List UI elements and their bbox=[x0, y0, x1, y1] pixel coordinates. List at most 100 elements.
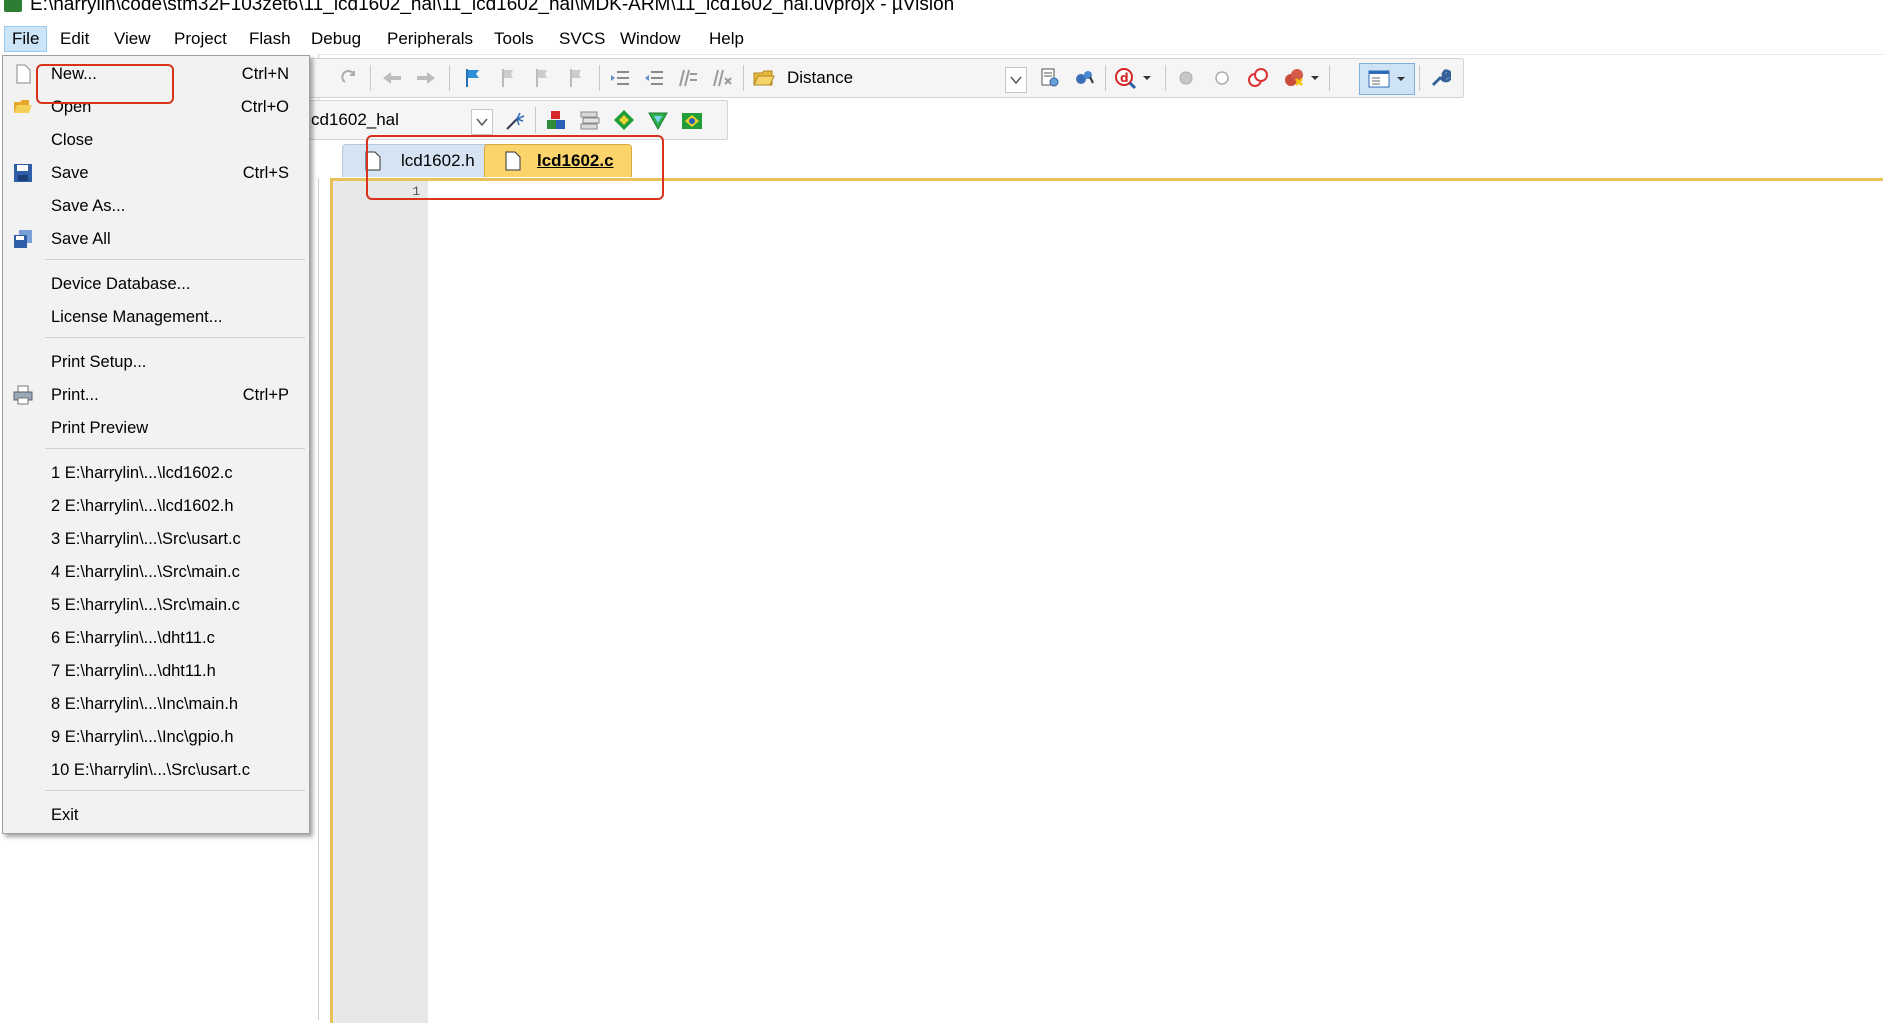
menu-item-label: Close bbox=[51, 131, 94, 149]
bookmark-next-icon[interactable] bbox=[529, 65, 555, 91]
target-combo-dropdown-icon[interactable] bbox=[471, 109, 493, 135]
menu-item-label: 2 E:\harrylin\...\lcd1602.h bbox=[51, 497, 234, 515]
menu-item-label: 7 E:\harrylin\...\dht11.h bbox=[51, 662, 216, 680]
unindent-icon[interactable] bbox=[641, 65, 667, 91]
target-options-icon[interactable] bbox=[503, 107, 529, 133]
menu-item-save-as[interactable]: Save As... bbox=[3, 191, 309, 221]
printer-icon bbox=[13, 385, 33, 405]
menu-item-exit[interactable]: Exit bbox=[3, 800, 309, 830]
menu-item-label: 1 E:\harrylin\...\lcd1602.c bbox=[51, 464, 233, 482]
menu-separator bbox=[45, 337, 305, 338]
menu-item-recent-file[interactable]: 2 E:\harrylin\...\lcd1602.h bbox=[3, 491, 309, 521]
menu-item-recent-file[interactable]: 5 E:\harrylin\...\Src\main.c bbox=[3, 590, 309, 620]
menu-window[interactable]: Window bbox=[613, 27, 687, 51]
breakpoints-dropdown-icon[interactable] bbox=[1307, 65, 1323, 91]
new-item-highlight-annotation bbox=[36, 64, 174, 104]
menu-svcs[interactable]: SVCS bbox=[552, 27, 612, 51]
debug-session-icon[interactable]: d bbox=[1113, 65, 1139, 91]
target-combo[interactable]: cd1602_hal bbox=[309, 107, 497, 133]
select-packs-icon[interactable] bbox=[645, 107, 671, 133]
nav-forward-icon[interactable] bbox=[413, 65, 439, 91]
new-file-icon bbox=[16, 64, 31, 84]
menu-separator bbox=[45, 790, 305, 791]
menu-item-label: Save All bbox=[51, 230, 111, 248]
menu-item-label: 9 E:\harrylin\...\Inc\gpio.h bbox=[51, 728, 234, 746]
menu-item-label: 6 E:\harrylin\...\dht11.c bbox=[51, 629, 215, 647]
menu-item-label: Print... bbox=[51, 386, 99, 404]
menu-item-recent-file[interactable]: 6 E:\harrylin\...\dht11.c bbox=[3, 623, 309, 653]
line-number-gutter: 1 bbox=[333, 181, 428, 1023]
menu-item-print[interactable]: Print... Ctrl+P bbox=[3, 380, 309, 410]
menu-item-save[interactable]: Save Ctrl+S bbox=[3, 158, 309, 188]
enable-breakpoint-icon[interactable] bbox=[1209, 65, 1235, 91]
nav-back-icon[interactable] bbox=[379, 65, 405, 91]
manage-project-items-icon[interactable] bbox=[543, 107, 569, 133]
menu-bar: File Edit View Project Flash Debug Perip… bbox=[0, 24, 1883, 55]
window-title: E:\harrylin\code\stm32F103zet6\11_lcd160… bbox=[30, 0, 955, 15]
incremental-find-icon[interactable] bbox=[1037, 65, 1063, 91]
menu-peripherals[interactable]: Peripherals bbox=[380, 27, 480, 51]
menu-item-recent-file[interactable]: 7 E:\harrylin\...\dht11.h bbox=[3, 656, 309, 686]
menu-item-recent-file[interactable]: 9 E:\harrylin\...\Inc\gpio.h bbox=[3, 722, 309, 752]
menu-item-label: Save As... bbox=[51, 197, 126, 215]
menu-tools[interactable]: Tools bbox=[487, 27, 541, 51]
menu-item-label: Print Setup... bbox=[51, 353, 147, 371]
menu-item-label: Device Database... bbox=[51, 275, 191, 293]
comment-icon[interactable] bbox=[675, 65, 701, 91]
menu-item-label: 3 E:\harrylin\...\Src\usart.c bbox=[51, 530, 241, 548]
browse-icon[interactable] bbox=[1071, 65, 1097, 91]
menu-item-print-setup[interactable]: Print Setup... bbox=[3, 347, 309, 377]
menu-item-recent-file[interactable]: 1 E:\harrylin\...\lcd1602.c bbox=[3, 458, 309, 488]
find-combo-dropdown-icon[interactable] bbox=[1005, 67, 1027, 93]
menu-item-shortcut: Ctrl+N bbox=[241, 65, 289, 83]
menu-item-save-all[interactable]: Save All bbox=[3, 224, 309, 254]
menu-file[interactable]: File bbox=[4, 26, 48, 52]
menu-debug[interactable]: Debug bbox=[304, 27, 368, 51]
bookmark-clear-icon[interactable] bbox=[563, 65, 589, 91]
uncomment-icon[interactable] bbox=[709, 65, 735, 91]
uvision-app-icon bbox=[4, 0, 22, 12]
disable-all-breakpoints-icon[interactable] bbox=[1245, 65, 1271, 91]
manage-components-icon[interactable] bbox=[577, 107, 603, 133]
menu-item-shortcut: Ctrl+S bbox=[242, 164, 289, 182]
menu-item-recent-file[interactable]: 10 E:\harrylin\...\Src\usart.c bbox=[3, 755, 309, 785]
menu-project[interactable]: Project bbox=[167, 27, 234, 51]
tabs-highlight-annotation bbox=[366, 135, 664, 200]
menu-separator bbox=[45, 259, 305, 260]
menu-item-label: Print Preview bbox=[51, 419, 149, 437]
menu-item-recent-file[interactable]: 3 E:\harrylin\...\Src\usart.c bbox=[3, 524, 309, 554]
find-combo[interactable]: Distance bbox=[781, 65, 1039, 91]
menu-item-label: 5 E:\harrylin\...\Src\main.c bbox=[51, 596, 240, 614]
menu-flash[interactable]: Flash bbox=[242, 27, 298, 51]
menu-item-close[interactable]: Close bbox=[3, 125, 309, 155]
menu-item-license-management[interactable]: License Management... bbox=[3, 302, 309, 332]
menu-view[interactable]: View bbox=[107, 27, 158, 51]
find-in-files-icon[interactable] bbox=[751, 65, 777, 91]
bookmark-toggle-icon[interactable] bbox=[459, 65, 485, 91]
indent-icon[interactable] bbox=[607, 65, 633, 91]
insert-breakpoint-icon[interactable] bbox=[1173, 65, 1199, 91]
bookmark-prev-icon[interactable] bbox=[495, 65, 521, 91]
debug-session-dropdown-icon[interactable] bbox=[1139, 65, 1155, 91]
menu-item-label: 10 E:\harrylin\...\Src\usart.c bbox=[51, 761, 250, 779]
toolbar-row-1: Distance d bbox=[306, 58, 1464, 98]
menu-item-label: Save bbox=[51, 164, 89, 182]
menu-separator bbox=[45, 448, 305, 449]
configure-wrench-icon[interactable] bbox=[1427, 65, 1453, 91]
code-editor[interactable]: 1 bbox=[330, 178, 1883, 1023]
menu-item-label: 8 E:\harrylin\...\Inc\main.h bbox=[51, 695, 239, 713]
menu-item-recent-file[interactable]: 4 E:\harrylin\...\Src\main.c bbox=[3, 557, 309, 587]
menu-edit[interactable]: Edit bbox=[53, 27, 96, 51]
menu-item-recent-file[interactable]: 8 E:\harrylin\...\Inc\main.h bbox=[3, 689, 309, 719]
run-time-environment-icon[interactable] bbox=[679, 107, 705, 133]
menu-help[interactable]: Help bbox=[702, 27, 751, 51]
kill-all-breakpoints-icon[interactable] bbox=[1281, 65, 1307, 91]
pack-installer-icon[interactable] bbox=[611, 107, 637, 133]
open-folder-icon bbox=[14, 100, 32, 113]
menu-item-print-preview[interactable]: Print Preview bbox=[3, 413, 309, 443]
window-layout-button[interactable] bbox=[1359, 63, 1415, 95]
target-combo-value: cd1602_hal bbox=[311, 110, 399, 129]
menu-item-device-database[interactable]: Device Database... bbox=[3, 269, 309, 299]
menu-item-shortcut: Ctrl+O bbox=[240, 98, 289, 116]
redo-icon[interactable] bbox=[337, 65, 363, 91]
